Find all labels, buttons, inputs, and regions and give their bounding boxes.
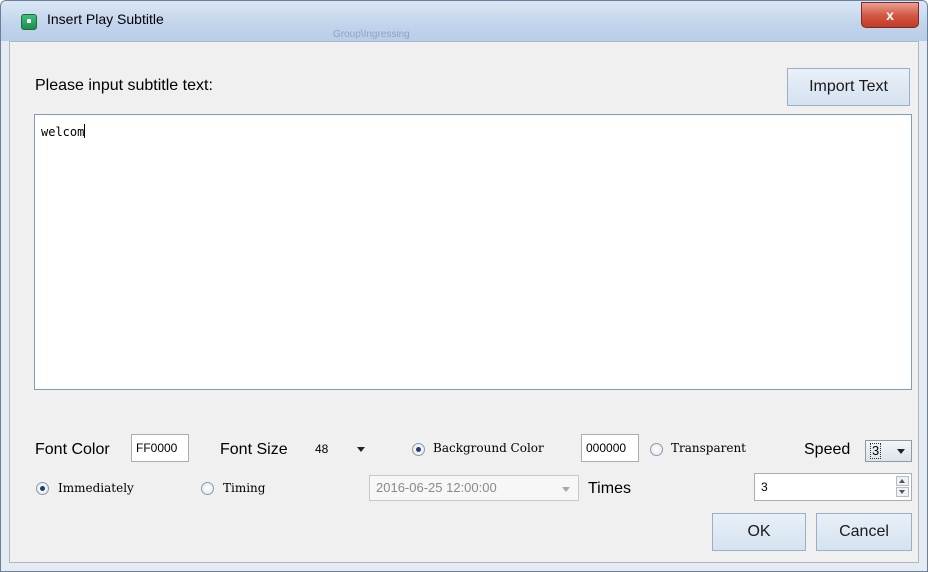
font-color-input[interactable]: FF0000 — [131, 434, 189, 462]
transparent-label: Transparent — [671, 441, 747, 455]
times-label: Times — [588, 480, 631, 497]
speed-label: Speed — [804, 441, 851, 458]
immediately-radio[interactable] — [36, 482, 49, 495]
cancel-button[interactable]: Cancel — [816, 513, 912, 551]
chevron-down-icon — [897, 449, 905, 454]
background-color-radio[interactable] — [412, 443, 425, 456]
text-caret — [84, 124, 86, 138]
ok-button[interactable]: OK — [712, 513, 806, 551]
background-color-label: Background Color — [433, 441, 544, 455]
spin-up-icon[interactable] — [896, 476, 909, 486]
subtitle-text-area[interactable]: welcom — [34, 114, 912, 390]
chevron-down-icon — [357, 447, 365, 452]
subtitle-text: welcom — [41, 125, 85, 139]
close-button[interactable]: x — [861, 2, 919, 28]
spin-down-icon[interactable] — [896, 487, 909, 497]
subtitle-prompt-label: Please input subtitle text: — [35, 77, 213, 94]
immediately-label: Immediately — [58, 481, 134, 495]
timing-radio[interactable] — [201, 482, 214, 495]
title-bar[interactable]: Insert Play Subtitle Group\Ingressing x — [1, 1, 927, 41]
import-text-button[interactable]: Import Text — [787, 68, 910, 106]
background-color-input[interactable]: 000000 — [581, 434, 639, 462]
datetime-picker[interactable]: 2016-06-25 12:00:00 — [369, 475, 579, 501]
speed-select[interactable]: 3 — [865, 440, 912, 462]
font-size-label: Font Size — [220, 441, 288, 458]
chevron-down-icon — [562, 487, 570, 492]
font-size-select[interactable]: 48 — [309, 436, 372, 462]
times-spinbox[interactable]: 3 — [754, 473, 912, 501]
app-icon — [21, 14, 37, 30]
font-color-label: Font Color — [35, 441, 110, 458]
timing-label: Timing — [223, 481, 266, 495]
transparent-radio[interactable] — [650, 443, 663, 456]
window-title: Insert Play Subtitle — [47, 11, 164, 27]
close-icon: x — [886, 7, 894, 23]
background-window-title: Group\Ingressing — [333, 29, 410, 40]
